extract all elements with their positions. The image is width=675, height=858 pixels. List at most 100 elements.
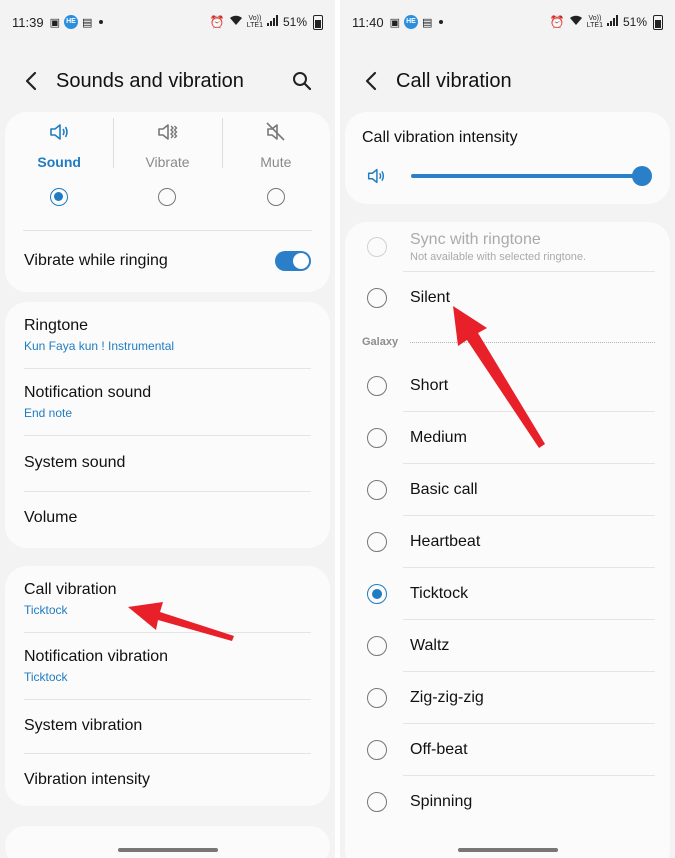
wifi-icon [229, 15, 243, 29]
pattern-waltz[interactable]: Waltz [345, 620, 670, 672]
more-card [5, 826, 330, 858]
status-bar: 11:40 ▣ HE ▤ ⏰ Vo)) LTE1 51% [352, 12, 663, 32]
pattern-medium-radio[interactable] [367, 428, 387, 448]
notification-vibration-item[interactable]: Notification vibration Ticktock [5, 632, 330, 699]
pattern-heartbeat-radio[interactable] [367, 532, 387, 552]
pattern-silent-label: Silent [410, 289, 451, 306]
app-header: Call vibration [340, 62, 675, 100]
gallery-icon: ▣ [49, 16, 60, 29]
intensity-title: Call vibration intensity [362, 129, 518, 146]
pattern-off-beat-radio[interactable] [367, 740, 387, 760]
app-badge-icon: HE [403, 15, 418, 29]
pattern-label: Zig-zig-zig [410, 689, 484, 706]
back-button[interactable] [16, 66, 46, 96]
pattern-label: Spinning [410, 793, 473, 810]
vibrate-while-ringing-row[interactable]: Vibrate while ringing [5, 231, 330, 291]
mute-icon [264, 120, 288, 144]
ringtone-title: Ringtone [24, 317, 89, 334]
pattern-silent-radio[interactable] [367, 288, 387, 308]
mode-vibrate-radio[interactable] [158, 188, 177, 206]
chevron-left-icon [365, 71, 377, 91]
pattern-short[interactable]: Short [345, 360, 670, 412]
gallery-icon: ▣ [389, 16, 400, 29]
pattern-label: Medium [410, 429, 467, 446]
gesture-bar[interactable] [457, 848, 558, 852]
back-button[interactable] [356, 66, 386, 96]
search-icon [293, 72, 312, 91]
pattern-silent[interactable]: Silent [345, 272, 670, 324]
battery-icon [653, 14, 663, 30]
status-bar: 11:39 ▣ HE ▤ ⏰ Vo)) LTE1 51% [12, 12, 323, 32]
notification-vibration-title: Notification vibration [24, 647, 169, 665]
call-vibration-subtitle: Ticktock [24, 603, 68, 617]
pattern-zig-zig-zig[interactable]: Zig-zig-zig [345, 672, 670, 724]
network-type-icon: Vo)) LTE1 [586, 15, 603, 29]
vibration-intensity-item[interactable]: Vibration intensity [5, 753, 330, 806]
pattern-heartbeat[interactable]: Heartbeat [345, 516, 670, 568]
screenshot-icon: ▤ [81, 16, 93, 29]
notification-sound-item[interactable]: Notification sound End note [5, 368, 330, 435]
pattern-waltz-radio[interactable] [367, 636, 387, 656]
gesture-bar[interactable] [117, 848, 218, 852]
pattern-basic-call-radio[interactable] [367, 480, 387, 500]
notification-sound-subtitle: End note [24, 405, 73, 420]
ringtone-item[interactable]: Ringtone Kun Faya kun ! Instrumental [5, 302, 330, 368]
battery-icon [313, 14, 323, 30]
vibration-intensity-title: Vibration intensity [24, 770, 150, 788]
pattern-short-radio[interactable] [367, 376, 387, 396]
pattern-sync-subtitle: Not available with selected ringtone. [410, 251, 587, 263]
pattern-off-beat[interactable]: Off-beat [345, 724, 670, 776]
pattern-zig-zig-zig-radio[interactable] [367, 688, 387, 708]
search-button[interactable] [287, 66, 317, 96]
speaker-icon [47, 120, 71, 144]
mode-sound[interactable]: Sound [5, 112, 113, 230]
mode-vibrate[interactable]: Vibrate [113, 112, 221, 230]
volume-item[interactable]: Volume [5, 491, 330, 545]
pattern-basic-call[interactable]: Basic call [345, 464, 670, 516]
sound-mode-selector: Sound Vibrate Mute [5, 112, 330, 230]
page-title: Call vibration [396, 69, 512, 92]
mode-sound-radio[interactable] [50, 188, 69, 206]
pattern-label: Off-beat [410, 741, 468, 758]
call-vibration-item[interactable]: Call vibration Ticktock [5, 566, 330, 632]
intensity-slider-thumb[interactable] [632, 166, 652, 186]
status-right: ⏰ Vo)) LTE1 51% [210, 14, 323, 30]
mode-mute-radio[interactable] [266, 188, 285, 206]
pattern-ticktock-radio[interactable] [367, 584, 387, 604]
left-screen: 11:39 ▣ HE ▤ ⏰ Vo)) LTE1 51% Sounds and … [0, 0, 335, 858]
network-type-icon: Vo)) LTE1 [246, 15, 263, 29]
mode-mute-label: Mute [260, 154, 292, 170]
mode-mute[interactable]: Mute [221, 112, 330, 230]
pattern-label: Basic call [410, 481, 478, 498]
status-time: 11:40 [352, 14, 384, 30]
system-vibration-title: System vibration [24, 717, 143, 734]
alarm-icon: ⏰ [549, 15, 565, 29]
group-header-galaxy: Galaxy [345, 324, 670, 360]
pattern-ticktock[interactable]: Ticktock [345, 568, 670, 620]
pattern-spinning-radio[interactable] [367, 792, 387, 812]
battery-percent: 51% [282, 15, 307, 29]
pattern-spinning[interactable]: Spinning [345, 776, 670, 828]
more-notifications-icon [99, 20, 104, 24]
status-time: 11:39 [12, 14, 44, 30]
volume-title: Volume [24, 509, 78, 526]
ringtone-subtitle: Kun Faya kun ! Instrumental [24, 339, 175, 353]
system-sound-item[interactable]: System sound [5, 435, 330, 491]
vibrate-icon [155, 120, 179, 144]
signal-icon [266, 15, 279, 29]
system-vibration-item[interactable]: System vibration [5, 699, 330, 753]
right-screen: 11:40 ▣ HE ▤ ⏰ Vo)) LTE1 51% Call vibrat… [340, 0, 675, 858]
intensity-slider[interactable] [411, 166, 652, 186]
pattern-label: Waltz [410, 637, 450, 654]
page-title: Sounds and vibration [56, 69, 244, 92]
pattern-label: Ticktock [410, 585, 469, 602]
pattern-label: Short [410, 377, 449, 394]
notification-sound-title: Notification sound [24, 383, 152, 401]
mode-sound-label: Sound [37, 154, 81, 170]
battery-percent: 51% [622, 15, 647, 29]
vibrate-while-ringing-toggle[interactable] [275, 251, 311, 271]
wifi-icon [569, 15, 583, 29]
pattern-medium[interactable]: Medium [345, 412, 670, 464]
system-sound-title: System sound [24, 454, 126, 471]
vibrate-while-ringing-label: Vibrate while ringing [24, 252, 168, 269]
